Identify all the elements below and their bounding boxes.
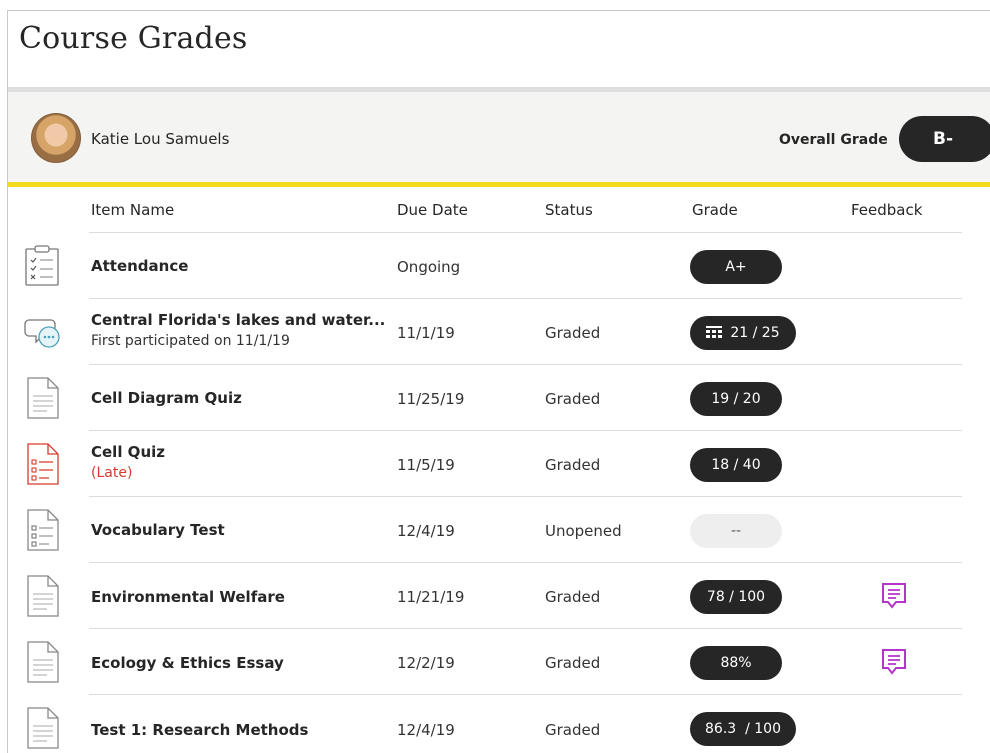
table-row[interactable]: Environmental Welfare 11/21/19 Graded 78… (8, 563, 990, 629)
item-name[interactable]: Cell Diagram Quiz (91, 389, 242, 407)
due-date: 12/2/19 (397, 654, 455, 672)
status: Graded (545, 390, 601, 408)
due-date: 12/4/19 (397, 721, 455, 739)
item-name[interactable]: Environmental Welfare (91, 588, 285, 606)
column-header-feedback: Feedback (851, 201, 923, 219)
column-header-item-name[interactable]: Item Name (91, 201, 174, 219)
grade-pill[interactable]: A+ (690, 250, 782, 284)
due-date: 11/5/19 (397, 456, 455, 474)
item-name[interactable]: Vocabulary Test (91, 521, 225, 539)
due-date: 11/25/19 (397, 390, 465, 408)
rubric-icon (706, 326, 723, 338)
student-summary-bar: Katie Lou Samuels Overall Grade B- (8, 92, 990, 187)
table-row[interactable]: Central Florida's lakes and water... Fir… (8, 299, 990, 365)
status: Graded (545, 654, 601, 672)
item-name[interactable]: Cell Quiz (91, 443, 165, 461)
due-date: 11/21/19 (397, 588, 465, 606)
column-header-status[interactable]: Status (545, 201, 593, 219)
item-name[interactable]: Attendance (91, 257, 188, 275)
column-header-grade[interactable]: Grade (692, 201, 738, 219)
status: Graded (545, 588, 601, 606)
discussion-icon (24, 319, 60, 348)
due-date: 11/1/19 (397, 324, 455, 342)
document-icon (27, 707, 59, 749)
item-subtext: First participated on 11/1/19 (91, 333, 290, 349)
grade-pill[interactable]: 19 / 20 (690, 382, 782, 416)
attendance-clipboard-icon (25, 245, 59, 286)
item-name[interactable]: Test 1: Research Methods (91, 721, 308, 739)
grade-pill: -- (690, 514, 782, 548)
document-icon (27, 377, 59, 419)
document-icon (27, 641, 59, 683)
document-icon (27, 575, 59, 617)
late-test-icon (27, 443, 59, 485)
status: Graded (545, 456, 601, 474)
overall-grade-pill[interactable]: B- (899, 116, 990, 162)
table-row[interactable]: Vocabulary Test 12/4/19 Unopened -- (8, 497, 990, 563)
grade-pill[interactable]: 78 / 100 (690, 580, 782, 614)
table-row[interactable]: Attendance Ongoing A+ (8, 233, 990, 299)
table-row[interactable]: Cell Quiz (Late) 11/5/19 Graded 18 / 40 (8, 431, 990, 497)
course-grades-panel: Course Grades Katie Lou Samuels Overall … (7, 10, 990, 753)
grade-pill[interactable]: 88% (690, 646, 782, 680)
test-icon (27, 509, 59, 551)
due-date: 12/4/19 (397, 522, 455, 540)
column-header-due-date[interactable]: Due Date (397, 201, 468, 219)
status: Unopened (545, 522, 622, 540)
feedback-icon[interactable] (881, 648, 907, 676)
due-date: Ongoing (397, 258, 461, 276)
overall-grade-label: Overall Grade (779, 132, 888, 148)
table-row[interactable]: Ecology & Ethics Essay 12/2/19 Graded 88… (8, 629, 990, 695)
item-name[interactable]: Central Florida's lakes and water... (91, 311, 385, 329)
grade-pill[interactable]: 18 / 40 (690, 448, 782, 482)
status: Graded (545, 324, 601, 342)
grade-pill[interactable]: 21 / 25 (690, 316, 796, 350)
page-title: Course Grades (19, 21, 248, 56)
item-name[interactable]: Ecology & Ethics Essay (91, 654, 284, 672)
feedback-icon[interactable] (881, 582, 907, 610)
avatar (31, 113, 81, 163)
table-row[interactable]: Cell Diagram Quiz 11/25/19 Graded 19 / 2… (8, 365, 990, 431)
grade-pill[interactable]: 86.3 / 100 (690, 712, 796, 746)
table-row[interactable]: Test 1: Research Methods 12/4/19 Graded … (8, 695, 990, 753)
student-name: Katie Lou Samuels (91, 130, 230, 148)
grade-value: 21 / 25 (730, 325, 780, 341)
late-indicator: (Late) (91, 465, 133, 481)
status: Graded (545, 721, 601, 739)
